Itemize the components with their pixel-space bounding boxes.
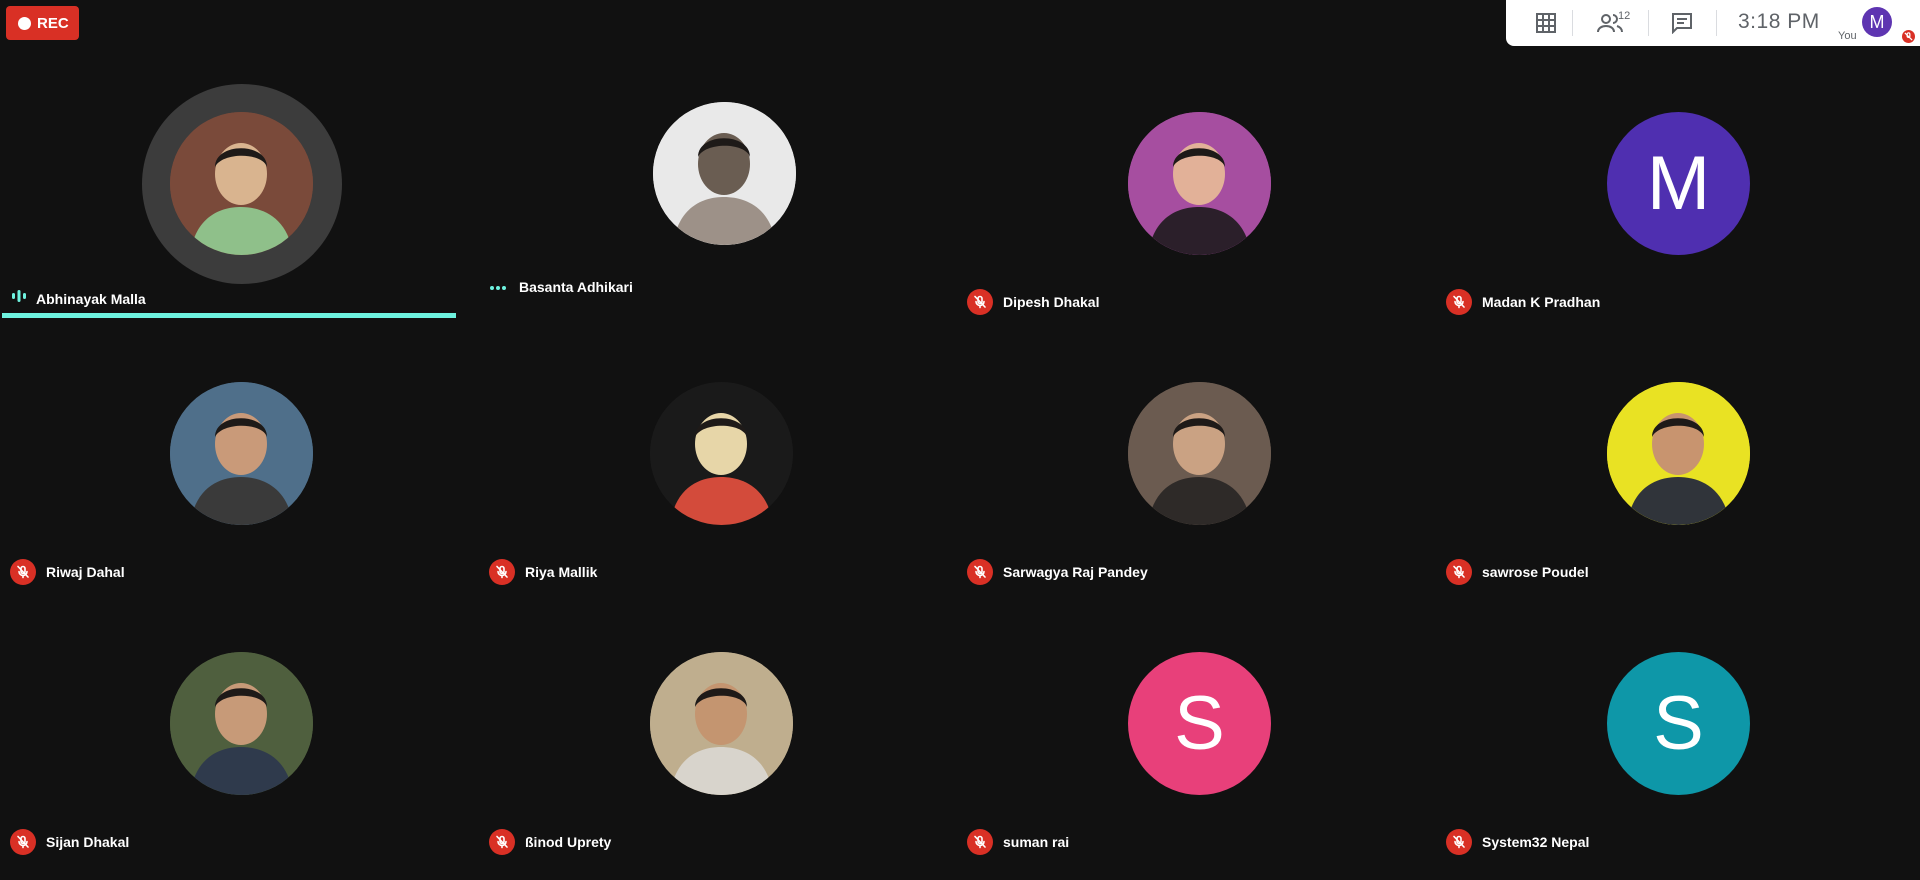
participant-name: Madan K Pradhan (1482, 294, 1601, 310)
meeting-clock: 3:18 PM (1738, 10, 1820, 33)
participant-tile[interactable]: Sarwagya Raj Pandey (958, 350, 1428, 610)
participant-name: Riwaj Dahal (46, 564, 125, 580)
avatar-initial: S (1174, 681, 1225, 766)
more-dots-icon (489, 278, 507, 296)
participant-avatar: M (1607, 112, 1750, 255)
participant-name: Sijan Dhakal (46, 834, 130, 850)
participant-avatar (170, 652, 313, 795)
participant-name: System32 Nepal (1482, 834, 1590, 850)
participant-name: sawrose Poudel (1482, 564, 1589, 580)
participant-tile[interactable]: S System32 Nepal (1437, 620, 1907, 880)
chat-icon[interactable] (1668, 9, 1696, 37)
mic-off-icon (1446, 559, 1472, 585)
participant-name: Abhinayak Malla (36, 290, 146, 307)
participant-tile[interactable]: Sijan Dhakal (0, 620, 470, 880)
participant-avatar (1128, 112, 1271, 255)
recording-badge[interactable]: REC (6, 6, 79, 40)
self-avatar[interactable]: M (1862, 7, 1892, 37)
participant-tile[interactable]: ßinod Uprety (480, 620, 950, 880)
participant-name: Dipesh Dhakal (1003, 294, 1100, 310)
participant-avatar: S (1128, 652, 1271, 795)
participant-tile[interactable]: Abhinayak Malla (0, 80, 470, 340)
audio-level-icon (10, 289, 28, 308)
participant-tile[interactable]: M Madan K Pradhan (1437, 80, 1907, 340)
mic-off-icon (967, 829, 993, 855)
recording-label: REC (37, 14, 69, 32)
participant-avatar (1607, 382, 1750, 525)
mic-off-icon (1446, 829, 1472, 855)
participant-name-row: Dipesh Dhakal (967, 289, 1099, 315)
participant-avatar (650, 652, 793, 795)
participant-avatar (653, 102, 796, 245)
participant-name: Basanta Adhikari (519, 279, 633, 295)
mic-off-icon (967, 289, 993, 315)
mic-off-icon (10, 829, 36, 855)
record-dot-icon (18, 16, 31, 30)
participant-tile[interactable]: sawrose Poudel (1437, 350, 1907, 610)
participant-tile[interactable]: Ssuman rai (958, 620, 1428, 880)
participant-name-row: sawrose Poudel (1446, 559, 1589, 585)
mic-off-icon (967, 559, 993, 585)
mic-off-icon (10, 559, 36, 585)
participant-tile[interactable]: Basanta Adhikari (480, 80, 950, 340)
participant-tile[interactable]: Riwaj Dahal (0, 350, 470, 610)
participant-avatar (1128, 382, 1271, 525)
grid-view-icon[interactable] (1532, 9, 1560, 37)
participant-name: Sarwagya Raj Pandey (1003, 564, 1148, 580)
participant-name-row: Madan K Pradhan (1446, 289, 1600, 315)
participant-avatar (170, 112, 313, 255)
avatar-initial: S (1653, 681, 1704, 766)
participant-count: 12 (1618, 10, 1631, 22)
participant-name-row: Sarwagya Raj Pandey (967, 559, 1148, 585)
participant-name-row: ßinod Uprety (489, 829, 611, 855)
participant-name-row: Riya Mallik (489, 559, 597, 585)
participant-name: Riya Mallik (525, 564, 598, 580)
meeting-topbar: 12 3:18 PM M You (1506, 0, 1920, 46)
participant-avatar (170, 382, 313, 525)
self-mic-off-icon (1902, 30, 1915, 43)
mic-off-icon (489, 829, 515, 855)
self-label: You (1838, 30, 1857, 42)
participant-avatar (650, 382, 793, 525)
mic-off-icon (489, 559, 515, 585)
participant-tile[interactable]: Riya Mallik (480, 350, 950, 610)
participant-name-row: Abhinayak Malla (10, 289, 146, 308)
participant-name: suman rai (1003, 834, 1070, 850)
participant-name-row: System32 Nepal (1446, 829, 1589, 855)
participant-avatar: S (1607, 652, 1750, 795)
participant-name: ßinod Uprety (525, 834, 612, 850)
participant-name-row: suman rai (967, 829, 1069, 855)
participant-name-row: Sijan Dhakal (10, 829, 129, 855)
participant-name-row: Riwaj Dahal (10, 559, 125, 585)
mic-off-icon (1446, 289, 1472, 315)
participant-tile[interactable]: Dipesh Dhakal (958, 80, 1428, 340)
avatar-initial: M (1646, 141, 1711, 226)
participant-name-row: Basanta Adhikari (489, 278, 633, 296)
